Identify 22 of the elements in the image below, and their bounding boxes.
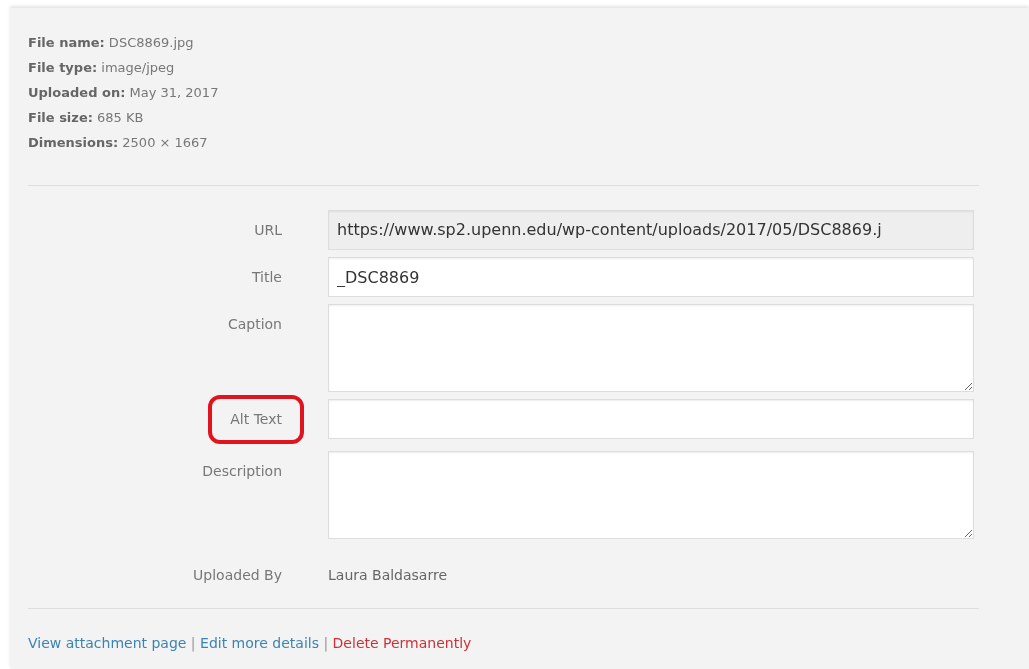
field-label: Description xyxy=(202,463,282,479)
text-field[interactable] xyxy=(328,399,974,439)
field-value: Laura Baldasarre xyxy=(328,566,448,585)
separator: | xyxy=(322,635,330,651)
detail-line: File name: DSC8869.jpg xyxy=(28,34,195,52)
detail-line: File type: image/jpeg xyxy=(28,59,176,77)
text-field[interactable]: _DSC8869 xyxy=(328,257,974,297)
detail-line: File size: 685 KB xyxy=(28,109,145,127)
text-area[interactable] xyxy=(328,304,974,392)
separator: | xyxy=(189,635,197,651)
text-area[interactable] xyxy=(328,451,974,539)
link[interactable]: Edit more details xyxy=(200,635,319,651)
field-label: Title xyxy=(252,269,282,285)
field-label: Caption xyxy=(227,316,282,332)
detail-line: Uploaded on: May 31, 2017 xyxy=(28,84,220,102)
url-field[interactable]: https://www.sp2.upenn.edu/wp-content/uploads/2017/05/DSC8869.j xyxy=(328,210,974,250)
detail-line: Dimensions: 2500 × 1667 xyxy=(28,134,209,152)
delete-link[interactable]: Delete Permanently xyxy=(332,635,472,651)
field-label: Uploaded By xyxy=(193,567,282,583)
highlighted-label: Alt Text xyxy=(208,395,304,444)
field-label: URL xyxy=(254,222,282,238)
link[interactable]: View attachment page xyxy=(28,635,187,651)
